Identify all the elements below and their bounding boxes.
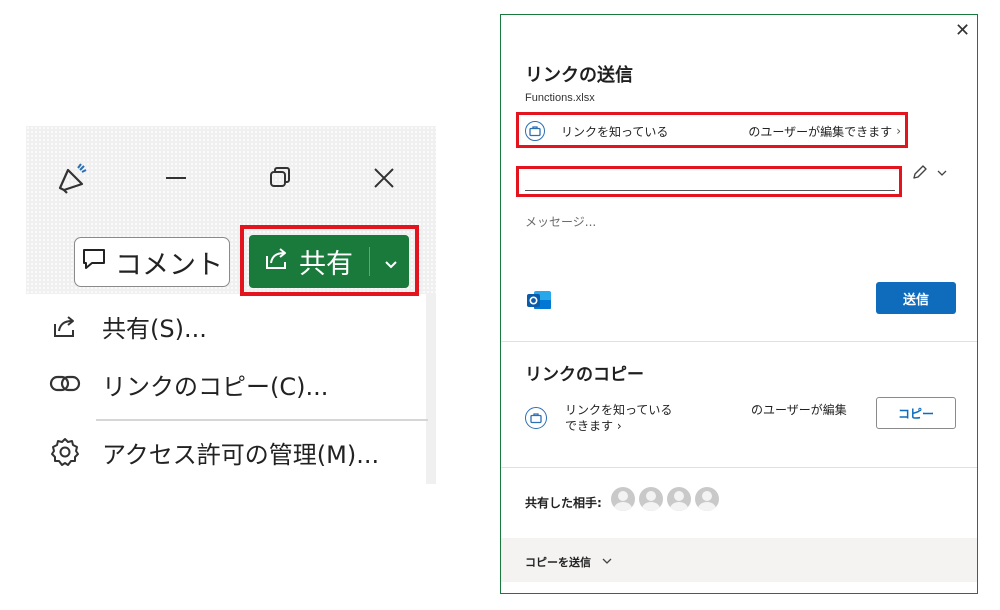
link-icon	[48, 367, 82, 401]
file-name: Functions.xlsx	[525, 92, 595, 104]
highlight-box-input	[516, 166, 902, 197]
comment-button-label: コメント	[115, 249, 223, 281]
pencil-icon	[911, 163, 929, 185]
comment-icon	[81, 246, 107, 279]
gear-icon	[48, 435, 82, 469]
highlight-box-share	[240, 225, 419, 296]
divider	[501, 341, 977, 342]
highlight-box-permission	[516, 112, 908, 148]
menu-item-copy-link-label: リンクのコピー(C)...	[102, 372, 329, 401]
copy-scope-line2[interactable]: できます ›	[565, 417, 622, 434]
avatar[interactable]	[639, 487, 663, 511]
chevron-down-icon	[935, 165, 949, 184]
copy-link-title: リンクのコピー	[525, 365, 644, 385]
comment-button[interactable]: コメント	[74, 237, 230, 287]
outlook-icon[interactable]	[525, 287, 553, 313]
menu-item-copy-link[interactable]: リンクのコピー(C)...	[48, 364, 328, 404]
copy-button[interactable]: コピー	[876, 397, 956, 429]
briefcase-icon	[525, 407, 547, 429]
menu-separator	[96, 419, 428, 421]
dialog-title: リンクの送信	[525, 65, 633, 86]
menu-edge	[426, 294, 436, 484]
share-icon	[48, 309, 82, 343]
avatar[interactable]	[611, 487, 635, 511]
minimize-icon[interactable]	[156, 158, 196, 198]
shared-with-label: 共有した相手:	[525, 496, 602, 510]
copy-scope-line1[interactable]: リンクを知っている	[565, 401, 672, 418]
copy-rights: のユーザーが編集	[751, 403, 847, 417]
send-copy-label: コピーを送信	[525, 556, 591, 569]
menu-item-manage-access-label: アクセス許可の管理(M)...	[102, 440, 380, 469]
menu-item-manage-access[interactable]: アクセス許可の管理(M)...	[48, 432, 379, 472]
megaphone-icon[interactable]	[52, 158, 92, 198]
avatar[interactable]	[695, 487, 719, 511]
close-icon[interactable]: ✕	[955, 20, 970, 41]
avatar[interactable]	[667, 487, 691, 511]
menu-item-share[interactable]: 共有(S)...	[48, 306, 207, 346]
close-icon[interactable]	[364, 158, 404, 198]
chevron-down-icon	[601, 555, 613, 570]
send-link-dialog: ✕ リンクの送信 Functions.xlsx リンクを知っている のユーザーが…	[500, 14, 978, 594]
edit-permission-dropdown[interactable]	[911, 163, 951, 185]
restore-icon[interactable]	[260, 158, 300, 198]
send-button[interactable]: 送信	[876, 282, 956, 314]
message-field[interactable]: メッセージ...	[525, 213, 596, 230]
menu-item-share-label: 共有(S)...	[102, 314, 207, 343]
send-copy-toggle[interactable]: コピーを送信	[525, 554, 613, 570]
shared-avatars	[611, 487, 719, 511]
divider	[501, 467, 977, 468]
